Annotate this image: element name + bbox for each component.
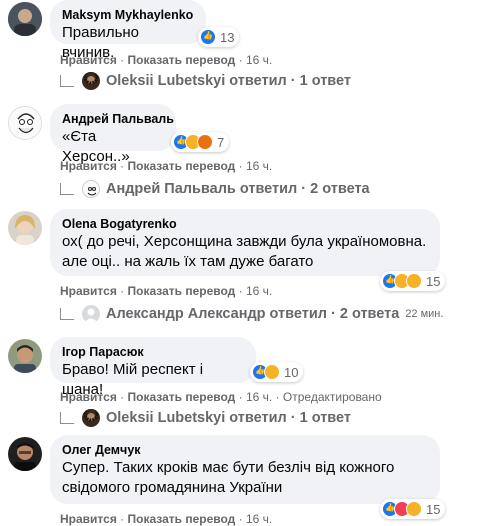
like-reaction-icon xyxy=(200,29,216,45)
comment-author[interactable]: Olena Bogatyrenko xyxy=(62,216,428,232)
comment-author[interactable]: Олег Демчук xyxy=(62,442,428,458)
care-reaction-icon xyxy=(406,501,422,517)
translate-action[interactable]: Показать перевод xyxy=(128,390,236,404)
comment-actions: Нравится · Показать перевод · 16 ч. xyxy=(60,159,273,173)
avatar[interactable] xyxy=(8,106,42,140)
reply-avatar xyxy=(82,409,100,427)
reply-avatar xyxy=(82,72,100,90)
comment-bubble: Maksym Mykhaylenko Правильно вчинив. xyxy=(50,0,206,61)
comment-bubble: Ігор Парасюк Браво! Мій респект і шана! xyxy=(50,337,256,398)
like-action[interactable]: Нравится xyxy=(60,390,117,404)
comment-time[interactable]: 16 ч. xyxy=(246,53,272,67)
comment-actions: Нравится · Показать перевод · 16 ч. xyxy=(60,512,273,526)
reply-summary[interactable]: Александр Александр ответил · 2 ответа xyxy=(106,306,399,322)
comment-bubble: Olena Bogatyrenko ох( до речі, Херсонщин… xyxy=(50,209,440,276)
comment-text-line-2: свідомого громадянина України xyxy=(62,479,283,496)
comment-text-line-1: ох( до речі, Херсонщина завжди була укра… xyxy=(62,233,427,250)
reply-summary[interactable]: Oleksii Lubetskyi ответил · 1 ответ xyxy=(106,73,351,89)
comment-author[interactable]: Андрей Пальваль xyxy=(62,111,174,127)
translate-action[interactable]: Показать перевод xyxy=(128,159,236,173)
comment-actions: Нравится · Показать перевод · 16 ч. xyxy=(60,284,273,298)
comment-time[interactable]: 16 ч. xyxy=(246,390,272,404)
reactions-summary[interactable]: 13 xyxy=(198,27,240,47)
translate-action[interactable]: Показать перевод xyxy=(128,512,236,526)
reply-summary[interactable]: Oleksii Lubetskyi ответил · 1 ответ xyxy=(106,410,351,426)
comment-time[interactable]: 16 ч. xyxy=(246,284,272,298)
avatar[interactable] xyxy=(8,339,42,373)
reactions-summary[interactable]: 15 xyxy=(380,271,446,291)
reply-arrow-icon xyxy=(60,308,74,320)
haha-reaction-icon xyxy=(406,273,422,289)
comment-bubble: Олег Демчук Супер. Таких кроків має бути… xyxy=(50,435,440,504)
edited-label[interactable]: Отредактировано xyxy=(283,390,382,404)
like-action[interactable]: Нравится xyxy=(60,284,117,298)
view-replies[interactable]: Александр Александр ответил · 2 ответа 2… xyxy=(60,305,443,323)
reaction-count: 15 xyxy=(426,273,441,289)
like-action[interactable]: Нравится xyxy=(60,512,117,526)
comment-author[interactable]: Maksym Mykhaylenko xyxy=(62,7,194,23)
angry-reaction-icon xyxy=(197,134,213,150)
reply-summary[interactable]: Андрей Пальваль ответил · 2 ответа xyxy=(106,181,370,197)
comment-text-line-1: Супер. Таких кроків має бути безліч від … xyxy=(62,459,395,476)
reactions-summary[interactable]: 15 xyxy=(380,499,446,519)
like-action[interactable]: Нравится xyxy=(60,159,117,173)
reaction-count: 7 xyxy=(217,134,225,150)
avatar[interactable] xyxy=(8,2,42,36)
reply-avatar xyxy=(82,180,100,198)
reply-avatar xyxy=(82,305,100,323)
reactions-summary[interactable]: 10 xyxy=(250,362,304,382)
reaction-count: 13 xyxy=(220,29,235,45)
comment-time[interactable]: 16 ч. xyxy=(246,512,272,526)
view-replies[interactable]: Oleksii Lubetskyi ответил · 1 ответ xyxy=(60,409,351,427)
comment-bubble: Андрей Пальваль «Єта Херсон..» xyxy=(50,104,176,165)
reaction-count: 10 xyxy=(284,364,299,380)
comment-text-line-2: але оці.. на жаль їх там дуже багато xyxy=(62,253,314,270)
reply-arrow-icon xyxy=(60,75,74,87)
view-replies[interactable]: Oleksii Lubetskyi ответил · 1 ответ xyxy=(60,72,351,90)
comment-author[interactable]: Ігор Парасюк xyxy=(62,344,244,360)
reply-time[interactable]: 22 мин. xyxy=(405,308,443,320)
translate-action[interactable]: Показать перевод xyxy=(128,284,236,298)
comment-actions: Нравится · Показать перевод · 16 ч. · От… xyxy=(60,390,382,404)
reply-arrow-icon xyxy=(60,412,74,424)
comment-time[interactable]: 16 ч. xyxy=(246,159,272,173)
care-reaction-icon xyxy=(264,364,280,380)
reaction-count: 15 xyxy=(426,501,441,517)
reactions-summary[interactable]: 7 xyxy=(171,132,230,152)
reply-arrow-icon xyxy=(60,183,74,195)
avatar[interactable] xyxy=(8,211,42,245)
like-action[interactable]: Нравится xyxy=(60,53,117,67)
avatar[interactable] xyxy=(8,437,42,471)
comment-actions: Нравится · Показать перевод · 16 ч. xyxy=(60,53,273,67)
view-replies[interactable]: Андрей Пальваль ответил · 2 ответа xyxy=(60,180,370,198)
translate-action[interactable]: Показать перевод xyxy=(128,53,236,67)
